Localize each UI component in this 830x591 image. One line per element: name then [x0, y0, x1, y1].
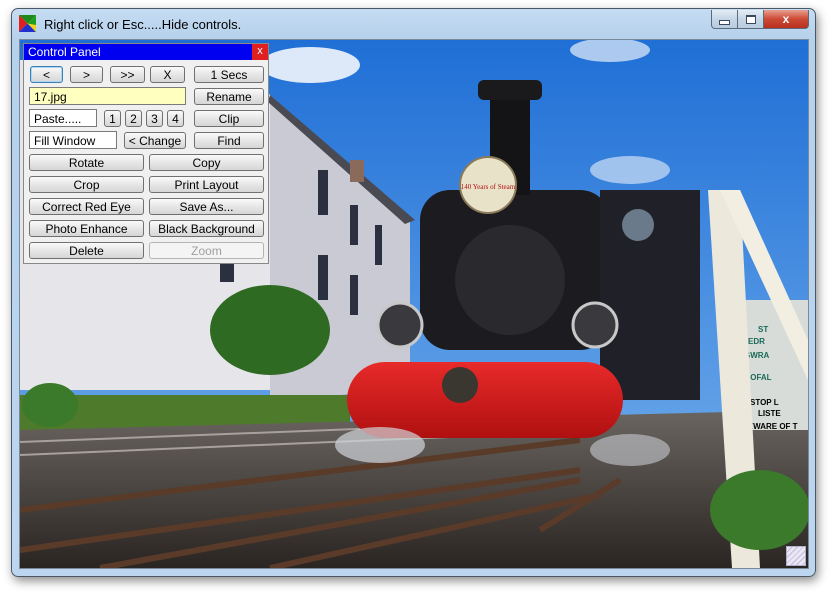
- svg-text:STOP L: STOP L: [750, 398, 779, 407]
- cloud: [590, 156, 670, 184]
- close-icon: x: [257, 45, 263, 57]
- minimize-icon: [719, 19, 730, 25]
- window-title: Right click or Esc.....Hide controls.: [44, 17, 242, 32]
- buffer-beam: [347, 362, 623, 438]
- rename-button[interactable]: Rename: [194, 88, 264, 105]
- title-bar[interactable]: Right click or Esc.....Hide controls. x: [12, 9, 815, 39]
- slideshow-interval-button[interactable]: 1 Secs: [194, 66, 264, 83]
- last-button[interactable]: >>: [110, 66, 145, 83]
- shrub: [22, 383, 78, 427]
- filename-field[interactable]: 17.jpg: [29, 87, 186, 105]
- svg-text:LISTE: LISTE: [758, 409, 781, 418]
- cylinder-right: [571, 301, 619, 349]
- maximize-button[interactable]: [738, 10, 764, 29]
- crop-button[interactable]: Crop: [29, 176, 144, 193]
- close-button[interactable]: x: [764, 10, 809, 29]
- change-button[interactable]: < Change: [124, 132, 186, 149]
- photo-enhance-button[interactable]: Photo Enhance: [29, 220, 144, 237]
- minimize-button[interactable]: [711, 10, 738, 29]
- zoom-button[interactable]: Zoom: [149, 242, 264, 259]
- delete-button[interactable]: Delete: [29, 242, 144, 259]
- paste-field[interactable]: Paste.....: [29, 109, 97, 127]
- close-icon: x: [782, 12, 790, 26]
- control-panel-title: Control Panel: [28, 45, 101, 59]
- control-panel: Control Panel x < > >> X 1 Secs 17.jpg R…: [23, 43, 269, 264]
- steam-right: [590, 434, 670, 466]
- cylinder-left: [376, 301, 424, 349]
- cab-window: [622, 209, 654, 241]
- app-x-icon: [19, 15, 36, 32]
- next-button[interactable]: >: [70, 66, 103, 83]
- chimney: [350, 160, 364, 182]
- correct-red-eye-button[interactable]: Correct Red Eye: [29, 198, 144, 215]
- chimney-cap: [478, 80, 542, 100]
- black-background-button[interactable]: Black Background: [149, 220, 264, 237]
- coupling: [442, 367, 478, 403]
- svg-text:EDR: EDR: [748, 337, 765, 346]
- tree: [210, 285, 330, 375]
- slot-2-button[interactable]: 2: [125, 110, 142, 127]
- svg-text:ST: ST: [758, 325, 768, 334]
- fit-mode-field[interactable]: Fill Window: [29, 131, 117, 149]
- resize-grip[interactable]: [786, 546, 806, 566]
- control-panel-close-button[interactable]: x: [252, 44, 268, 60]
- bush-right: [710, 470, 808, 550]
- print-layout-button[interactable]: Print Layout: [149, 176, 264, 193]
- smokebox-door: [455, 225, 565, 335]
- slot-1-button[interactable]: 1: [104, 110, 121, 127]
- control-panel-titlebar[interactable]: Control Panel x: [24, 44, 268, 60]
- steam-left: [335, 427, 425, 463]
- previous-button[interactable]: <: [30, 66, 63, 83]
- stop-button[interactable]: X: [150, 66, 185, 83]
- copy-button[interactable]: Copy: [149, 154, 264, 171]
- save-as-button[interactable]: Save As...: [149, 198, 264, 215]
- maximize-icon: [745, 14, 756, 24]
- cloud: [260, 47, 360, 83]
- clip-button[interactable]: Clip: [194, 110, 264, 127]
- headboard-text: 140 Years of Steam: [461, 183, 516, 191]
- find-button[interactable]: Find: [194, 132, 264, 149]
- rotate-button[interactable]: Rotate: [29, 154, 144, 171]
- slot-4-button[interactable]: 4: [167, 110, 184, 127]
- slot-3-button[interactable]: 3: [146, 110, 163, 127]
